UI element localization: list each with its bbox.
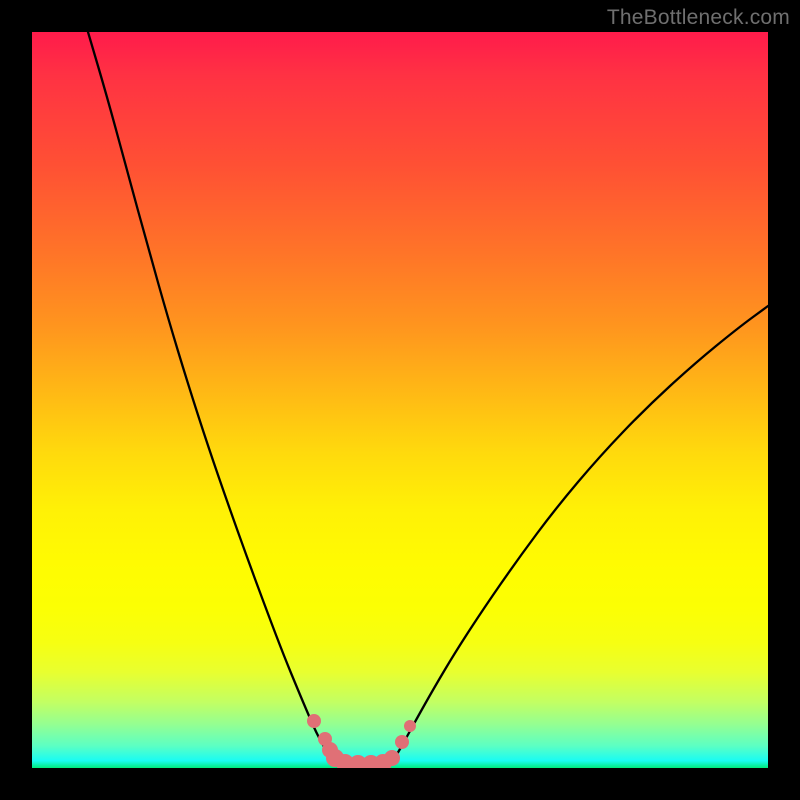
- curve-layer: [32, 32, 768, 768]
- trough-marker-10: [404, 720, 416, 732]
- trough-markers: [307, 714, 416, 768]
- watermark-text: TheBottleneck.com: [607, 6, 790, 30]
- trough-marker-8: [384, 750, 400, 766]
- chart-frame: TheBottleneck.com: [0, 0, 800, 800]
- curve-right-branch: [390, 306, 768, 764]
- trough-marker-9: [395, 735, 409, 749]
- trough-marker-0: [307, 714, 321, 728]
- bottleneck-curve: [88, 32, 768, 764]
- plot-area: [32, 32, 768, 768]
- curve-left-branch: [88, 32, 335, 764]
